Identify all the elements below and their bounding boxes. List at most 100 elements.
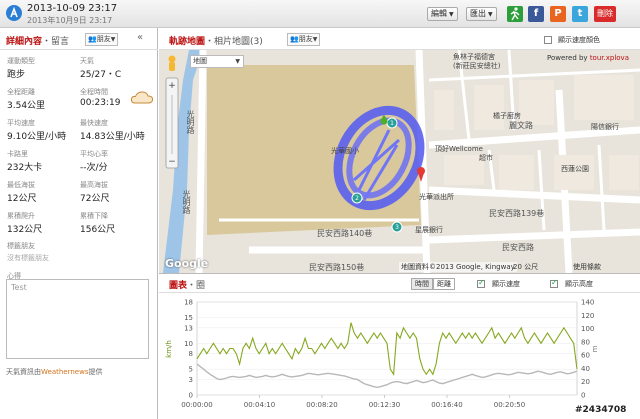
delete-button[interactable]: 刪除 (594, 6, 616, 22)
map-label-xitan-park: 西蓮公園 (561, 165, 589, 173)
x-tick-label: 00:12:30 (369, 401, 400, 409)
toggle-distance-button[interactable]: 距離 (433, 278, 455, 290)
activity-title: 2013-10-09 23:17 (27, 3, 118, 14)
google-logo: Google (165, 257, 209, 270)
x-tick-label: 00:20:50 (494, 401, 525, 409)
friends-icon: 👥 (290, 35, 299, 43)
y-right-tick-label: 0 (581, 392, 585, 400)
show-altitude-checkbox[interactable] (550, 278, 558, 288)
chart-title: 圖表・圈 (169, 278, 205, 291)
stat-label: 最快速度 (80, 119, 108, 127)
stat-item: 運動類型 跑步 (7, 56, 35, 80)
y-tick-label: 15 (184, 314, 193, 322)
stat-value: 156公尺 (80, 225, 116, 235)
notes-textarea[interactable]: Test (6, 279, 149, 359)
chevron-down-icon: ▼ (312, 36, 318, 43)
activity-subtitle: 2013年10月9日 23:17 (27, 16, 113, 25)
stat-label: 平均速度 (7, 119, 35, 127)
y-right-tick-label: 40 (581, 365, 590, 373)
photo-map-tab[interactable]: ・相片地圖(3) (205, 37, 263, 47)
chart-tab[interactable]: 圖表 (169, 281, 187, 291)
x-tick-label: 00:16:40 (431, 401, 462, 409)
y-tick-label: 8 (189, 350, 193, 358)
speed-color-label: 顯示速度顏色 (558, 36, 600, 44)
toggle-time-button[interactable]: 時間 (411, 278, 433, 290)
map-attribution: 地圖資料©2013 Google, Kingway (399, 262, 517, 272)
show-speed-checkbox[interactable] (477, 278, 485, 288)
stat-item: 卡路里 232大卡 (7, 149, 42, 173)
export-button[interactable]: 匯出 ▼ (466, 7, 497, 21)
stat-label: 累積下降 (80, 212, 108, 220)
lap-tab[interactable]: ・圈 (187, 281, 205, 291)
chart-toolbar: 圖表・圈 時間 距離 顯示速度 顯示高度 (159, 273, 640, 293)
map-label-guangming-2: 光明路 (182, 190, 191, 214)
run-share-icon[interactable] (507, 6, 523, 22)
y-right-tick-label: 60 (581, 352, 590, 360)
chevron-down-icon: ▼ (449, 11, 454, 18)
route-map[interactable]: 1 2 3 + − 地圖 ▼ Powered by tour.xplova 魚林… (159, 50, 640, 273)
map-canvas: 1 2 3 + − (159, 50, 640, 273)
map-label-yangjia-bank: 陽信銀行 (591, 123, 619, 131)
street-view-pegman-icon (168, 55, 176, 71)
facebook-icon[interactable]: f (528, 6, 544, 22)
y-tick-label: 18 (184, 299, 193, 307)
y-right-tick-label: 80 (581, 338, 590, 346)
app-logo-icon (6, 5, 22, 21)
collapse-panel-icon[interactable]: « (137, 32, 143, 43)
zoom-in-icon: + (168, 81, 176, 91)
plot-area (196, 301, 578, 396)
stat-value: 72公尺 (80, 194, 110, 204)
stat-value: 14.83公里/小時 (80, 132, 145, 142)
show-altitude-label: 顯示高度 (565, 280, 593, 288)
map-label-minan-139: 民安西路139巷 (489, 209, 545, 218)
stat-item: 全程時間 00:23:19 (80, 87, 120, 108)
stat-value: 232大卡 (7, 163, 43, 173)
chevron-down-icon: ▼ (488, 11, 493, 18)
y-right-axis-label: m (591, 345, 599, 352)
chart-canvas: 0 3 5 8 10 13 15 18 0 20 40 60 80 100 120 140 km/h m 00:00… (165, 299, 599, 410)
map-privacy-select[interactable]: 👥朋友▼ (287, 33, 321, 46)
stat-label: 全程時間 (80, 88, 108, 96)
track-map-tab[interactable]: 軌跡地圖 (169, 37, 205, 47)
export-label: 匯出 (470, 9, 486, 18)
weathernews-link[interactable]: Weathernews (41, 368, 88, 376)
y-axis-label: km/h (165, 340, 173, 358)
xplova-link[interactable]: tour.xplova (590, 54, 629, 62)
map-label-minan-140: 民安西路140巷 (317, 229, 373, 238)
map-terms-link[interactable]: 使用條款 (573, 262, 601, 272)
y-tick-label: 5 (189, 366, 193, 374)
map-scale: 20 公尺 (513, 263, 539, 271)
map-panel: 軌跡地圖・相片地圖(3) 👥朋友▼ 顯示速度顏色 1 2 3 + − 地圖 ▼ … (159, 28, 640, 419)
speed-color-checkbox[interactable] (544, 36, 552, 44)
edit-button[interactable]: 編輯 ▼ (427, 7, 458, 21)
y-right-tick-label: 120 (581, 312, 594, 320)
chevron-down-icon: ▼ (110, 36, 116, 43)
stat-label: 平均心率 (80, 150, 108, 158)
map-title: 軌跡地圖・相片地圖(3) (169, 34, 263, 47)
friends-icon: 👥 (88, 35, 97, 43)
speed-altitude-chart[interactable]: 0 3 5 8 10 13 15 18 0 20 40 60 80 100 120 140 km/h m 00:00… (159, 294, 640, 419)
stat-item: 全程距離 3.54公里 (7, 87, 45, 111)
privacy-select[interactable]: 👥朋友▼ (85, 33, 119, 46)
map-type-select[interactable]: 地圖 ▼ (190, 55, 244, 68)
map-label-temple-2: (新莊民安總社) (453, 62, 501, 70)
y-tick-label: 3 (189, 376, 193, 384)
comments-tab[interactable]: ・留言 (42, 37, 69, 47)
map-header: 軌跡地圖・相片地圖(3) 👥朋友▼ 顯示速度顏色 (159, 28, 640, 50)
watermark: #2434708 (575, 405, 627, 415)
plurk-icon[interactable]: P (550, 6, 566, 22)
twitter-icon[interactable]: t (572, 6, 588, 22)
show-speed-label: 顯示速度 (492, 280, 520, 288)
powered-by-text: Powered by (547, 54, 588, 62)
stat-item: 累積下降 156公尺 (80, 211, 115, 235)
stat-item: 平均速度 9.10公里/小時 (7, 118, 66, 142)
stat-item: 天氣 25/27・C (80, 56, 121, 80)
details-title-text: 詳細內容 (6, 37, 43, 47)
map-label-minan-road: 民安西路 (502, 243, 534, 252)
cloudy-weather-icon (130, 91, 154, 104)
stat-label: 最低海拔 (7, 181, 35, 189)
stat-label: 卡路里 (7, 150, 28, 158)
map-label-xingzhan-bank: 星展銀行 (415, 226, 443, 234)
stat-value: 3.54公里 (7, 101, 46, 111)
y-right-tick-label: 20 (581, 378, 590, 386)
